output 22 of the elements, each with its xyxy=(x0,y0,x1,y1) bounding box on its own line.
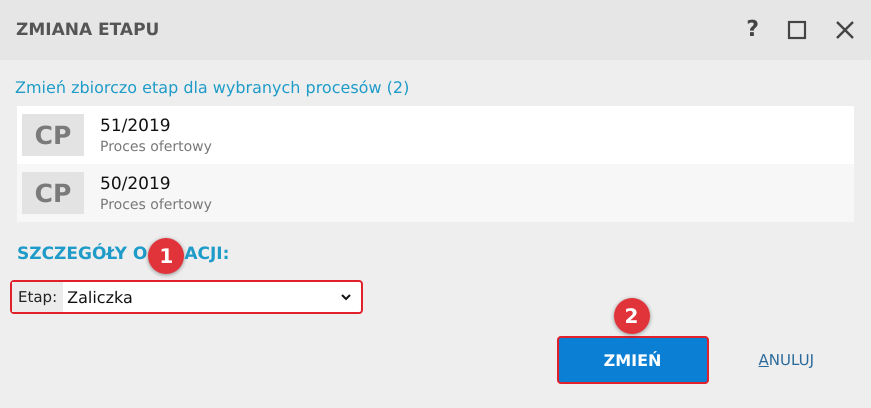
maximize-icon[interactable] xyxy=(787,20,807,40)
field-label: Etap: xyxy=(12,282,64,312)
help-button[interactable]: ? xyxy=(746,20,759,40)
section-heading: ACJI: xyxy=(184,244,230,264)
window-title: ZMIANA ETAPU xyxy=(16,20,160,40)
close-icon[interactable] xyxy=(835,20,855,40)
process-type: Proces ofertowy xyxy=(100,196,212,212)
select-value: Zaliczka xyxy=(66,288,134,306)
process-type: Proces ofertowy xyxy=(100,138,212,154)
subtitle: Zmień zbiorczo etap dla wybranych procesów (2) xyxy=(15,78,410,97)
step-badge: 1 xyxy=(148,238,184,274)
section-heading: SZCZEGÓŁY O xyxy=(17,244,148,264)
process-row[interactable]: CP 50/2019 Proces ofertowy xyxy=(17,164,854,222)
avatar-initials: CP xyxy=(22,114,84,156)
cancel-button[interactable]: ANULUJ xyxy=(748,336,824,384)
process-number: 51/2019 xyxy=(100,116,172,136)
avatar-initials: CP xyxy=(22,172,84,214)
change-button[interactable]: ZMIEŃ xyxy=(556,336,709,384)
chevron-down-icon xyxy=(341,294,351,300)
step-badge: 2 xyxy=(614,298,650,334)
process-number: 50/2019 xyxy=(100,174,172,194)
stage-select[interactable]: Etap: Zaliczka xyxy=(10,280,363,314)
